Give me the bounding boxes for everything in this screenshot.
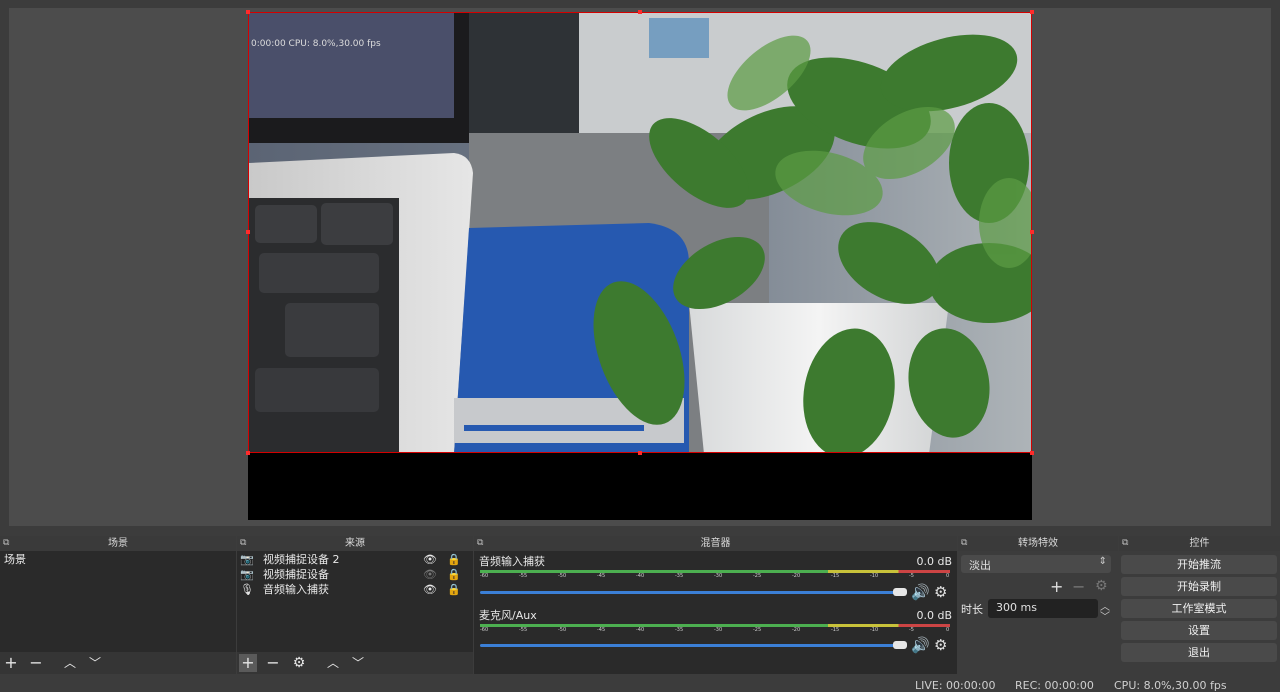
speaker-icon[interactable]: 🔊 (911, 583, 930, 601)
meter-scale: -60 -55 -50 -45 -40 -35 -30 -25 -20 -15 … (480, 573, 950, 579)
gear-icon[interactable]: ⚙ (290, 654, 308, 672)
channel-level: 0.0 dB (916, 609, 952, 622)
resize-handle-bl[interactable] (246, 451, 250, 455)
remove-transition-button[interactable]: − (1072, 577, 1085, 596)
scenes-toolbar: + − ︿ ﹀ (0, 652, 236, 674)
gear-icon[interactable]: ⚙ (934, 636, 947, 654)
source-item[interactable]: 📷 视频捕捉设备 👁 🔒 (240, 567, 470, 582)
sources-list[interactable]: 📷 视频捕捉设备 2 👁 🔒 📷 视频捕捉设备 👁 🔒 🎙 音频输入捕获 👁 🔒 (237, 551, 473, 652)
controls-title-label: 控件 (1189, 538, 1210, 549)
spin-down-icon[interactable]: ﹀ (1100, 608, 1110, 623)
volume-slider-knob[interactable] (893, 641, 907, 649)
volume-slider[interactable] (480, 644, 900, 647)
cpu-status: CPU: 8.0%,30.00 fps (1114, 679, 1227, 692)
scene-item[interactable]: 场景 (4, 552, 26, 567)
resize-handle-br[interactable] (1030, 451, 1034, 455)
status-bar: LIVE: 00:00:00 REC: 00:00:00 CPU: 8.0%,3… (0, 674, 1280, 692)
meter-scale: -60 -55 -50 -45 -40 -35 -30 -25 -20 -15 … (480, 627, 950, 633)
camera-image: 0:00:00 CPU: 8.0%,30.00 fps (249, 13, 1031, 452)
channel-name: 麦克风/Aux (479, 609, 537, 622)
move-source-down-button[interactable]: ﹀ (349, 654, 367, 672)
channel-level: 0.0 dB (916, 555, 952, 568)
remove-scene-button[interactable]: − (27, 654, 45, 672)
controls-dock-title: ⧉ 控件 (1119, 536, 1280, 551)
add-source-button[interactable]: + (239, 654, 257, 672)
move-source-up-button[interactable]: ︿ (324, 654, 342, 672)
scenes-title-label: 场景 (108, 538, 128, 549)
sources-title-label: 来源 (345, 538, 365, 549)
resize-handle-r[interactable] (1030, 230, 1034, 234)
scenes-dock-title: ⧉ 场景 (0, 536, 236, 551)
transitions-dock-title: ⧉ 转场特效 (958, 536, 1118, 551)
volume-slider-knob[interactable] (893, 588, 907, 596)
exit-button[interactable]: 退出 (1121, 643, 1277, 662)
sources-toolbar: + − ⚙ ︿ ﹀ (237, 652, 473, 674)
duration-label: 时长 (961, 603, 983, 616)
resize-handle-b[interactable] (638, 451, 642, 455)
gear-icon[interactable]: ⚙ (934, 583, 947, 601)
float-icon[interactable]: ⧉ (961, 536, 967, 551)
source-label: 音频输入捕获 (263, 583, 329, 596)
visibility-eye-icon[interactable]: 👁 (423, 552, 437, 567)
source-label: 视频捕捉设备 2 (263, 553, 340, 566)
visibility-hidden-icon[interactable]: 👁 (423, 567, 437, 582)
gear-icon[interactable]: ⚙ (1095, 578, 1108, 594)
lock-icon[interactable]: 🔒 (447, 582, 461, 597)
volume-slider[interactable] (480, 591, 900, 594)
resize-handle-tl[interactable] (246, 10, 250, 14)
mixer-dock-title: ⧉ 混音器 (474, 536, 957, 551)
resize-handle-tr[interactable] (1030, 10, 1034, 14)
resize-handle-l[interactable] (246, 230, 250, 234)
studio-mode-button[interactable]: 工作室模式 (1121, 599, 1277, 618)
add-scene-button[interactable]: + (2, 654, 20, 672)
visibility-eye-icon[interactable]: 👁 (423, 582, 437, 597)
updown-arrows-icon: ⇕ (1098, 556, 1107, 567)
transitions-title-label: 转场特效 (1018, 538, 1058, 549)
sources-dock-title: ⧉ 来源 (237, 536, 473, 551)
transition-select[interactable]: 淡出 ⇕ (961, 555, 1111, 573)
video-source-frame[interactable]: 0:00:00 CPU: 8.0%,30.00 fps (248, 12, 1032, 453)
settings-button[interactable]: 设置 (1121, 621, 1277, 640)
transition-selected-value: 淡出 (969, 559, 991, 572)
remove-source-button[interactable]: − (264, 654, 282, 672)
source-item[interactable]: 🎙 音频输入捕获 👁 🔒 (240, 582, 470, 597)
source-label: 视频捕捉设备 (263, 568, 329, 581)
mixer-title-label: 混音器 (700, 538, 731, 549)
duration-spinbox[interactable]: 300 ms (988, 599, 1098, 618)
monitor-overlay-text: 0:00:00 CPU: 8.0%,30.00 fps (251, 39, 381, 49)
lock-icon[interactable]: 🔒 (447, 552, 461, 567)
start-streaming-button[interactable]: 开始推流 (1121, 555, 1277, 574)
resize-handle-t[interactable] (638, 10, 642, 14)
lock-icon[interactable]: 🔒 (447, 567, 461, 582)
speaker-icon[interactable]: 🔊 (911, 636, 930, 654)
add-transition-button[interactable]: + (1050, 577, 1063, 596)
rec-status: REC: 00:00:00 (1015, 679, 1094, 692)
source-item[interactable]: 📷 视频捕捉设备 2 👁 🔒 (240, 552, 470, 567)
move-scene-down-button[interactable]: ﹀ (86, 654, 104, 672)
mixer-panel: 音频输入捕获 0.0 dB -60 -55 -50 -45 -40 -35 -3… (474, 551, 957, 674)
duration-value: 300 ms (996, 601, 1037, 614)
camera-icon: 📷 (240, 568, 254, 581)
float-icon[interactable]: ⧉ (240, 536, 246, 551)
float-icon[interactable]: ⧉ (1122, 536, 1128, 551)
start-recording-button[interactable]: 开始录制 (1121, 577, 1277, 596)
camera-icon: 📷 (240, 553, 254, 566)
scenes-list[interactable]: 场景 (0, 551, 236, 652)
microphone-icon: 🎙 (240, 583, 254, 596)
live-status: LIVE: 00:00:00 (915, 679, 996, 692)
float-icon[interactable]: ⧉ (3, 536, 9, 551)
float-icon[interactable]: ⧉ (477, 536, 483, 551)
channel-name: 音频输入捕获 (479, 555, 545, 568)
transitions-panel: 淡出 ⇕ + − ⚙ 时长 300 ms ︿ ﹀ (958, 551, 1118, 674)
move-scene-up-button[interactable]: ︿ (61, 654, 79, 672)
